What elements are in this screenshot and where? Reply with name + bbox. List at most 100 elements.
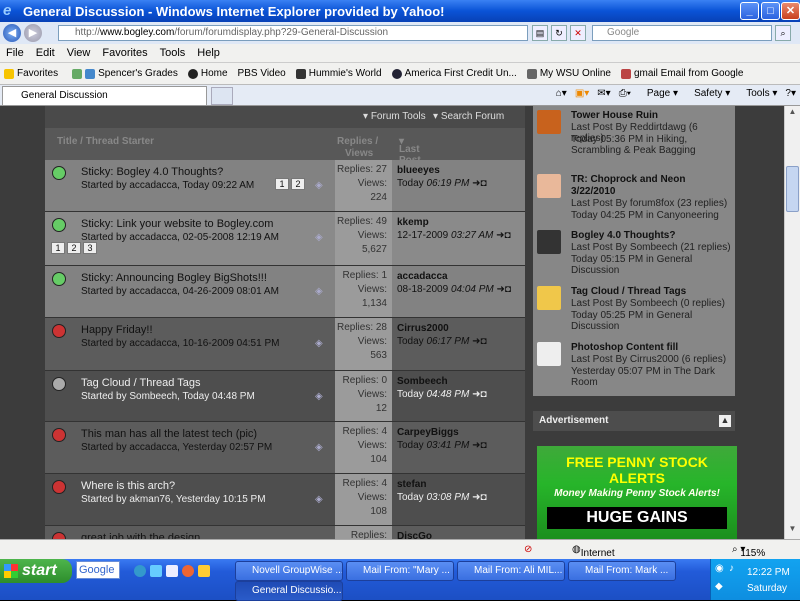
go-to-last-post-icon[interactable]: ➜◘ xyxy=(472,336,486,347)
menu-tools[interactable]: Tools xyxy=(154,47,192,59)
go-to-last-post-icon[interactable]: ➜◘ xyxy=(472,440,486,451)
fav-item-pbs[interactable]: PBS Video xyxy=(238,68,286,79)
col-views[interactable]: Views xyxy=(345,148,373,159)
thread-title[interactable]: Sticky: Bogley 4.0 Thoughts? xyxy=(81,166,223,178)
fav-item-home[interactable]: Home xyxy=(187,68,228,79)
thread-title[interactable]: Sticky: Link your website to Bogley.com xyxy=(81,218,273,230)
tools-menu[interactable]: Tools ▾ xyxy=(738,88,777,99)
back-button[interactable]: ◀ xyxy=(3,24,21,42)
quicklaunch-folder-icon[interactable] xyxy=(198,565,210,577)
scroll-thumb[interactable] xyxy=(786,166,799,212)
mail-icon[interactable]: ✉▾ xyxy=(597,88,610,99)
fav-item-afcu[interactable]: America First Credit Un... xyxy=(391,68,517,79)
url-field[interactable]: http://www.bogley.com/forum/forumdisplay… xyxy=(58,25,528,41)
thread-row[interactable]: Sticky: Link your website to Bogley.com S… xyxy=(45,212,525,266)
quicklaunch-firefox-icon[interactable] xyxy=(182,565,194,577)
last-post-user[interactable]: stefan xyxy=(397,478,522,491)
thread-row[interactable]: This man has all the latest tech (pic) St… xyxy=(45,422,525,474)
last-post-user[interactable]: kkemp xyxy=(397,216,522,229)
thread-row[interactable]: Tag Cloud / Thread Tags Started by Sombee… xyxy=(45,371,525,422)
thread-title[interactable]: Sticky: Announcing Bogley BigShots!!! xyxy=(81,272,267,284)
google-toolbar-search[interactable]: Google xyxy=(76,561,120,579)
maximize-button[interactable]: □ xyxy=(761,2,780,20)
stop-icon[interactable]: ✕ xyxy=(570,25,586,41)
page-menu[interactable]: Page ▾ xyxy=(639,88,678,99)
search-icon[interactable]: ⌕ xyxy=(775,25,791,41)
go-to-last-post-icon[interactable]: ➜◘ xyxy=(472,492,486,503)
zoom-level[interactable]: ⌕ 115% ▾ xyxy=(732,544,765,559)
recent-thread-title[interactable]: Photoshop Content fill xyxy=(571,342,731,354)
fav-item-wsu[interactable]: My WSU Online xyxy=(526,68,611,79)
last-post-user[interactable]: CarpeyBiggs xyxy=(397,426,522,439)
thread-title[interactable]: Tag Cloud / Thread Tags xyxy=(81,377,200,389)
close-button[interactable]: ✕ xyxy=(781,2,800,20)
recent-thread-title[interactable]: Bogley 4.0 Thoughts? xyxy=(571,230,731,242)
page-link[interactable]: 3 xyxy=(83,242,97,254)
thread-row[interactable]: Happy Friday!! Started by accadacca, 10-1… xyxy=(45,318,525,371)
fav-item-grades[interactable]: Spencer's Grades xyxy=(68,68,178,79)
recent-thread-title[interactable]: Tower House Ruin xyxy=(571,110,731,122)
thread-row[interactable]: Sticky: Announcing Bogley BigShots!!! Sta… xyxy=(45,266,525,318)
menu-help[interactable]: Help xyxy=(191,47,226,59)
thread-title[interactable]: Happy Friday!! xyxy=(81,324,153,336)
taskbar-general-discussion[interactable]: General Discussio... xyxy=(235,581,343,601)
recent-thread-title[interactable]: Tag Cloud / Thread Tags xyxy=(571,286,731,298)
go-to-last-post-icon[interactable]: ➜◘ xyxy=(472,178,486,189)
col-replies[interactable]: Replies / xyxy=(337,136,378,147)
page-link[interactable]: 1 xyxy=(275,178,289,190)
home-icon[interactable]: ⌂▾ xyxy=(556,88,567,99)
thread-title[interactable]: This man has all the latest tech (pic) xyxy=(81,428,257,440)
menu-edit[interactable]: Edit xyxy=(30,47,61,59)
fav-item-gmail[interactable]: gmail Email from Google xyxy=(620,68,743,79)
tray-security-icon[interactable]: ◆ xyxy=(715,581,723,592)
advertisement-banner[interactable]: FREE PENNY STOCK ALERTS Money Making Pen… xyxy=(537,446,737,539)
minimize-button[interactable]: _ xyxy=(740,2,759,20)
new-tab-button[interactable] xyxy=(211,87,233,105)
page-link[interactable]: 1 xyxy=(51,242,65,254)
forum-tools-button[interactable]: ▾ Forum Tools xyxy=(363,111,426,122)
menu-favorites[interactable]: Favorites xyxy=(96,47,153,59)
forward-button[interactable]: ▶ xyxy=(24,24,42,42)
thread-row[interactable]: Sticky: Bogley 4.0 Thoughts? Started by a… xyxy=(45,160,525,212)
taskbar-groupwise[interactable]: Novell GroupWise ... xyxy=(235,561,343,581)
refresh-icon[interactable]: ↻ xyxy=(551,25,567,41)
thread-row[interactable]: great job with the design Replies: DiscGo … xyxy=(45,526,525,539)
scroll-down-icon[interactable]: ▼ xyxy=(786,524,799,538)
recent-thread-item[interactable]: Tower House Ruin Last Post By Reddirtdawg… xyxy=(533,108,735,168)
taskbar-mail-mark[interactable]: Mail From: Mark ... xyxy=(568,561,676,581)
col-title[interactable]: Title / Thread Starter xyxy=(57,136,154,147)
quicklaunch-word-icon[interactable] xyxy=(166,565,178,577)
last-post-user[interactable]: Sombeech xyxy=(397,375,522,388)
help-icon[interactable]: ?▾ xyxy=(785,88,796,99)
tray-volume-icon[interactable]: ♪ xyxy=(729,563,734,574)
recent-thread-title[interactable]: TR: Choprock and Neon 3/22/2010 xyxy=(571,174,731,198)
search-forum-button[interactable]: ▾ Search Forum xyxy=(433,111,504,122)
safety-menu[interactable]: Safety ▾ xyxy=(686,88,730,99)
compat-view-icon[interactable]: ▤ xyxy=(532,25,548,41)
start-button[interactable]: start xyxy=(0,559,72,583)
recent-thread-item[interactable]: TR: Choprock and Neon 3/22/2010 Last Post… xyxy=(533,172,735,232)
thread-title[interactable]: great job with the design xyxy=(81,532,200,539)
menu-view[interactable]: View xyxy=(61,47,97,59)
go-to-last-post-icon[interactable]: ➜◘ xyxy=(472,389,486,400)
fav-item-hummie[interactable]: Hummie's World xyxy=(295,68,382,79)
last-post-user[interactable]: Cirrus2000 xyxy=(397,322,522,335)
popup-blocked-icon[interactable]: ⊘ xyxy=(524,544,532,555)
clock-time[interactable]: 12:22 PM xyxy=(747,567,790,578)
go-to-last-post-icon[interactable]: ➜◘ xyxy=(497,284,511,295)
print-icon[interactable]: ⎙▾ xyxy=(619,88,631,99)
search-input[interactable]: Google xyxy=(592,25,772,41)
page-link[interactable]: 2 xyxy=(291,178,305,190)
last-post-user[interactable]: blueeyes xyxy=(397,164,522,177)
quicklaunch-ie-icon[interactable] xyxy=(150,565,162,577)
last-post-user[interactable]: DiscGo xyxy=(397,530,522,539)
thread-title[interactable]: Where is this arch? xyxy=(81,480,175,492)
last-post-user[interactable]: accadacca xyxy=(397,270,522,283)
collapse-icon[interactable]: ▲ xyxy=(719,415,731,427)
go-to-last-post-icon[interactable]: ➜◘ xyxy=(496,230,510,241)
vertical-scrollbar[interactable]: ▲ ▼ xyxy=(784,106,800,539)
recent-thread-item[interactable]: Tag Cloud / Thread Tags Last Post By Somb… xyxy=(533,284,735,344)
scroll-up-icon[interactable]: ▲ xyxy=(786,107,799,121)
menu-file[interactable]: File xyxy=(0,47,30,59)
page-link[interactable]: 2 xyxy=(67,242,81,254)
